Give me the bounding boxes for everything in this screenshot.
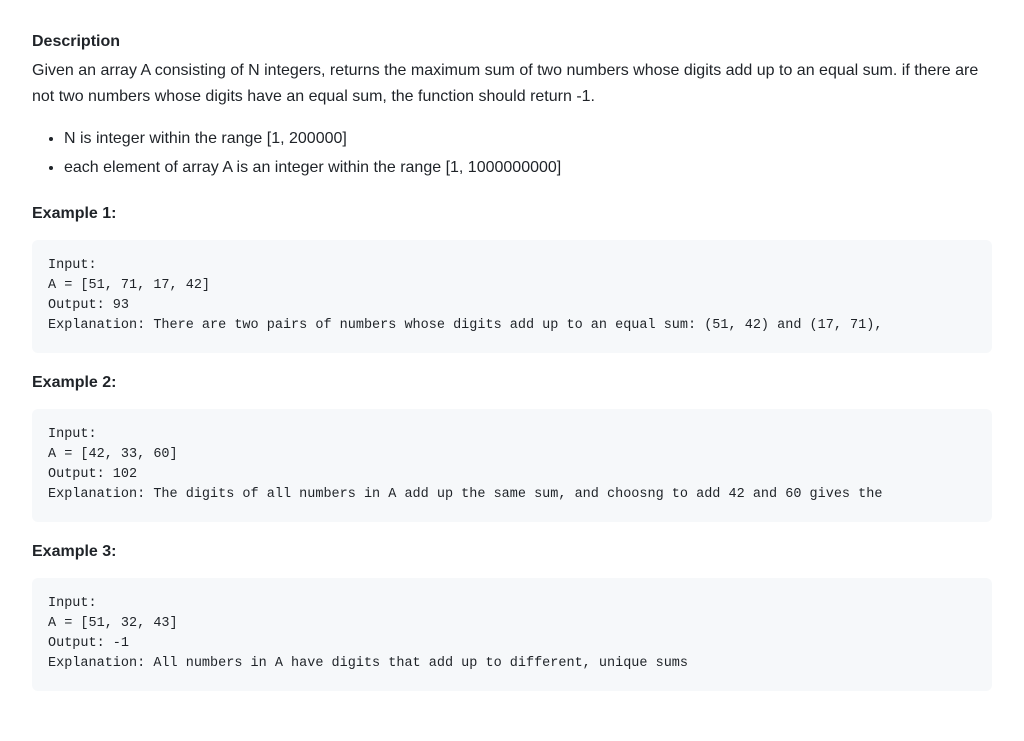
example-code-block: Input: A = [51, 71, 17, 42] Output: 93 E…	[32, 240, 992, 353]
example-code-block: Input: A = [51, 32, 43] Output: -1 Expla…	[32, 578, 992, 691]
example-heading: Example 2:	[32, 371, 992, 395]
description-text: Given an array A consisting of N integer…	[32, 58, 992, 109]
example-code-block: Input: A = [42, 33, 60] Output: 102 Expl…	[32, 409, 992, 522]
example-heading: Example 3:	[32, 540, 992, 564]
description-heading: Description	[32, 30, 992, 54]
constraints-list: N is integer within the range [1, 200000…	[32, 125, 992, 181]
list-item: each element of array A is an integer wi…	[64, 154, 992, 181]
example-heading: Example 1:	[32, 202, 992, 226]
problem-container: Description Given an array A consisting …	[32, 30, 992, 691]
list-item: N is integer within the range [1, 200000…	[64, 125, 992, 152]
